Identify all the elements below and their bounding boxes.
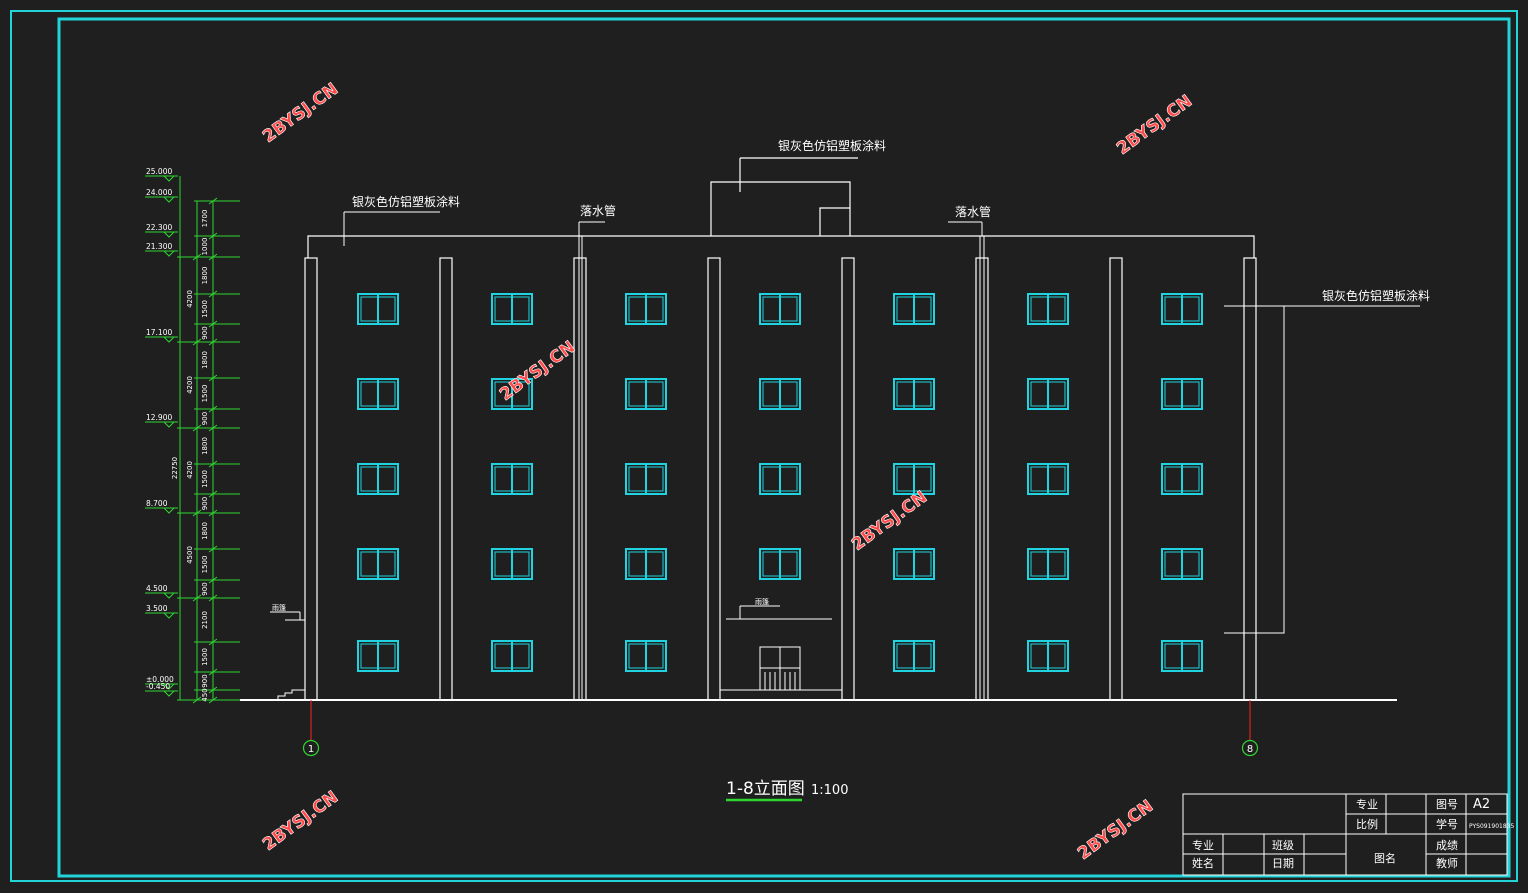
dim-value: 450 xyxy=(201,688,209,701)
tb-xuehao: 学号 xyxy=(1436,817,1458,831)
tb-xuehao-val: PYS091901835 xyxy=(1469,823,1514,830)
level-mark xyxy=(163,507,175,514)
dim-value: 1800 xyxy=(201,437,209,455)
dim-value: 900 xyxy=(201,674,209,687)
level-mark xyxy=(163,421,175,428)
tb-row-zhuanye: 专业 xyxy=(1192,838,1214,852)
note-top: 银灰色仿铝塑板涂料 xyxy=(778,138,886,153)
dim-value: 1500 xyxy=(201,470,209,488)
level-mark xyxy=(163,175,175,182)
steps xyxy=(277,689,305,700)
drawing-scale: 1:100 xyxy=(811,783,848,798)
tb-bili: 比例 xyxy=(1356,817,1378,831)
axis-1-label: 1 xyxy=(308,744,314,755)
axis-1: 1 xyxy=(302,700,320,757)
level-value: 3.500 xyxy=(146,604,168,613)
dim-value: 1500 xyxy=(201,556,209,574)
level-dimensions: 25.000 24.000 22.300 21.300 17.100 12.900 8.70… xyxy=(145,167,240,704)
tb-xingming: 姓名 xyxy=(1192,856,1214,870)
watermark: 2BYSJ.CN xyxy=(1074,796,1157,864)
level-value: 24.000 xyxy=(146,188,172,197)
level-value: 21.300 xyxy=(146,242,172,251)
level-mark xyxy=(163,336,175,343)
dim-value: 1800 xyxy=(201,522,209,540)
dim-value: 1700 xyxy=(201,210,209,228)
dim-value: 2100 xyxy=(201,611,209,629)
windows xyxy=(357,293,1203,672)
tb-tuhao-val: A2 xyxy=(1473,797,1490,812)
level-value: 22.300 xyxy=(146,223,172,232)
dim-value: 900 xyxy=(201,497,209,510)
canopy-label-door: 雨篷 xyxy=(755,597,769,606)
level-mark xyxy=(163,250,175,257)
note-left: 银灰色仿铝塑板涂料 xyxy=(352,194,460,209)
level-value: 8.700 xyxy=(146,499,168,508)
tb-tuhao: 图号 xyxy=(1436,798,1458,811)
level-mark xyxy=(163,196,175,203)
dim-value: 1800 xyxy=(201,351,209,369)
level-mark xyxy=(163,231,175,238)
watermark: 2BYSJ.CN xyxy=(259,79,342,147)
level-mark xyxy=(163,592,175,599)
elevation-drawing: 25.000 24.000 22.300 21.300 17.100 12.900 8.70… xyxy=(10,10,1518,882)
dim-value-outer: 4500 xyxy=(186,546,194,564)
leader-lines xyxy=(270,211,1420,634)
axis-8: 8 xyxy=(1241,700,1259,757)
title-block xyxy=(1182,793,1508,876)
watermark: 2BYSJ.CN xyxy=(496,337,579,405)
level-mark xyxy=(163,612,175,619)
watermark: 2BYSJ.CN xyxy=(1113,91,1196,159)
tb-jiaoshi: 教师 xyxy=(1436,857,1458,870)
dim-value: 900 xyxy=(201,582,209,595)
dim-value: 1500 xyxy=(201,300,209,318)
watermark: 2BYSJ.CN xyxy=(848,487,931,555)
level-value: -0.450 xyxy=(146,682,170,691)
dim-value: 900 xyxy=(201,326,209,339)
tb-zhuanye: 专业 xyxy=(1356,797,1378,811)
entrance xyxy=(719,646,843,701)
dim-value-outer: 4200 xyxy=(186,461,194,479)
downpipe-label-right: 落水管 xyxy=(955,204,991,219)
downpipe-label-left: 落水管 xyxy=(580,203,616,218)
level-value: 17.100 xyxy=(146,328,172,337)
tb-riqi: 日期 xyxy=(1272,857,1294,870)
drawing-title: 1-8立面图 xyxy=(726,779,805,799)
level-value: 25.000 xyxy=(146,167,172,176)
outer-frame xyxy=(10,10,1518,882)
dim-value: 1500 xyxy=(201,648,209,666)
tb-banji: 班级 xyxy=(1272,839,1294,852)
dim-value-total: 22750 xyxy=(171,457,179,479)
dim-value-outer: 4200 xyxy=(186,376,194,394)
watermark: 2BYSJ.CN xyxy=(259,787,342,855)
level-mark xyxy=(163,690,175,697)
axis-8-label: 8 xyxy=(1247,744,1253,755)
tb-chengji: 成绩 xyxy=(1436,839,1458,852)
dim-value: 900 xyxy=(201,412,209,425)
tb-tuming: 图名 xyxy=(1374,851,1396,865)
level-value: 4.500 xyxy=(146,584,168,593)
level-value: 12.900 xyxy=(146,413,172,422)
dim-value: 1800 xyxy=(201,267,209,285)
dim-value-outer: 4200 xyxy=(186,290,194,308)
canopy-label-left: 雨篷 xyxy=(272,603,286,612)
note-right: 银灰色仿铝塑板涂料 xyxy=(1322,288,1430,303)
dim-value: 1000 xyxy=(201,238,209,256)
dim-value: 1500 xyxy=(201,385,209,403)
